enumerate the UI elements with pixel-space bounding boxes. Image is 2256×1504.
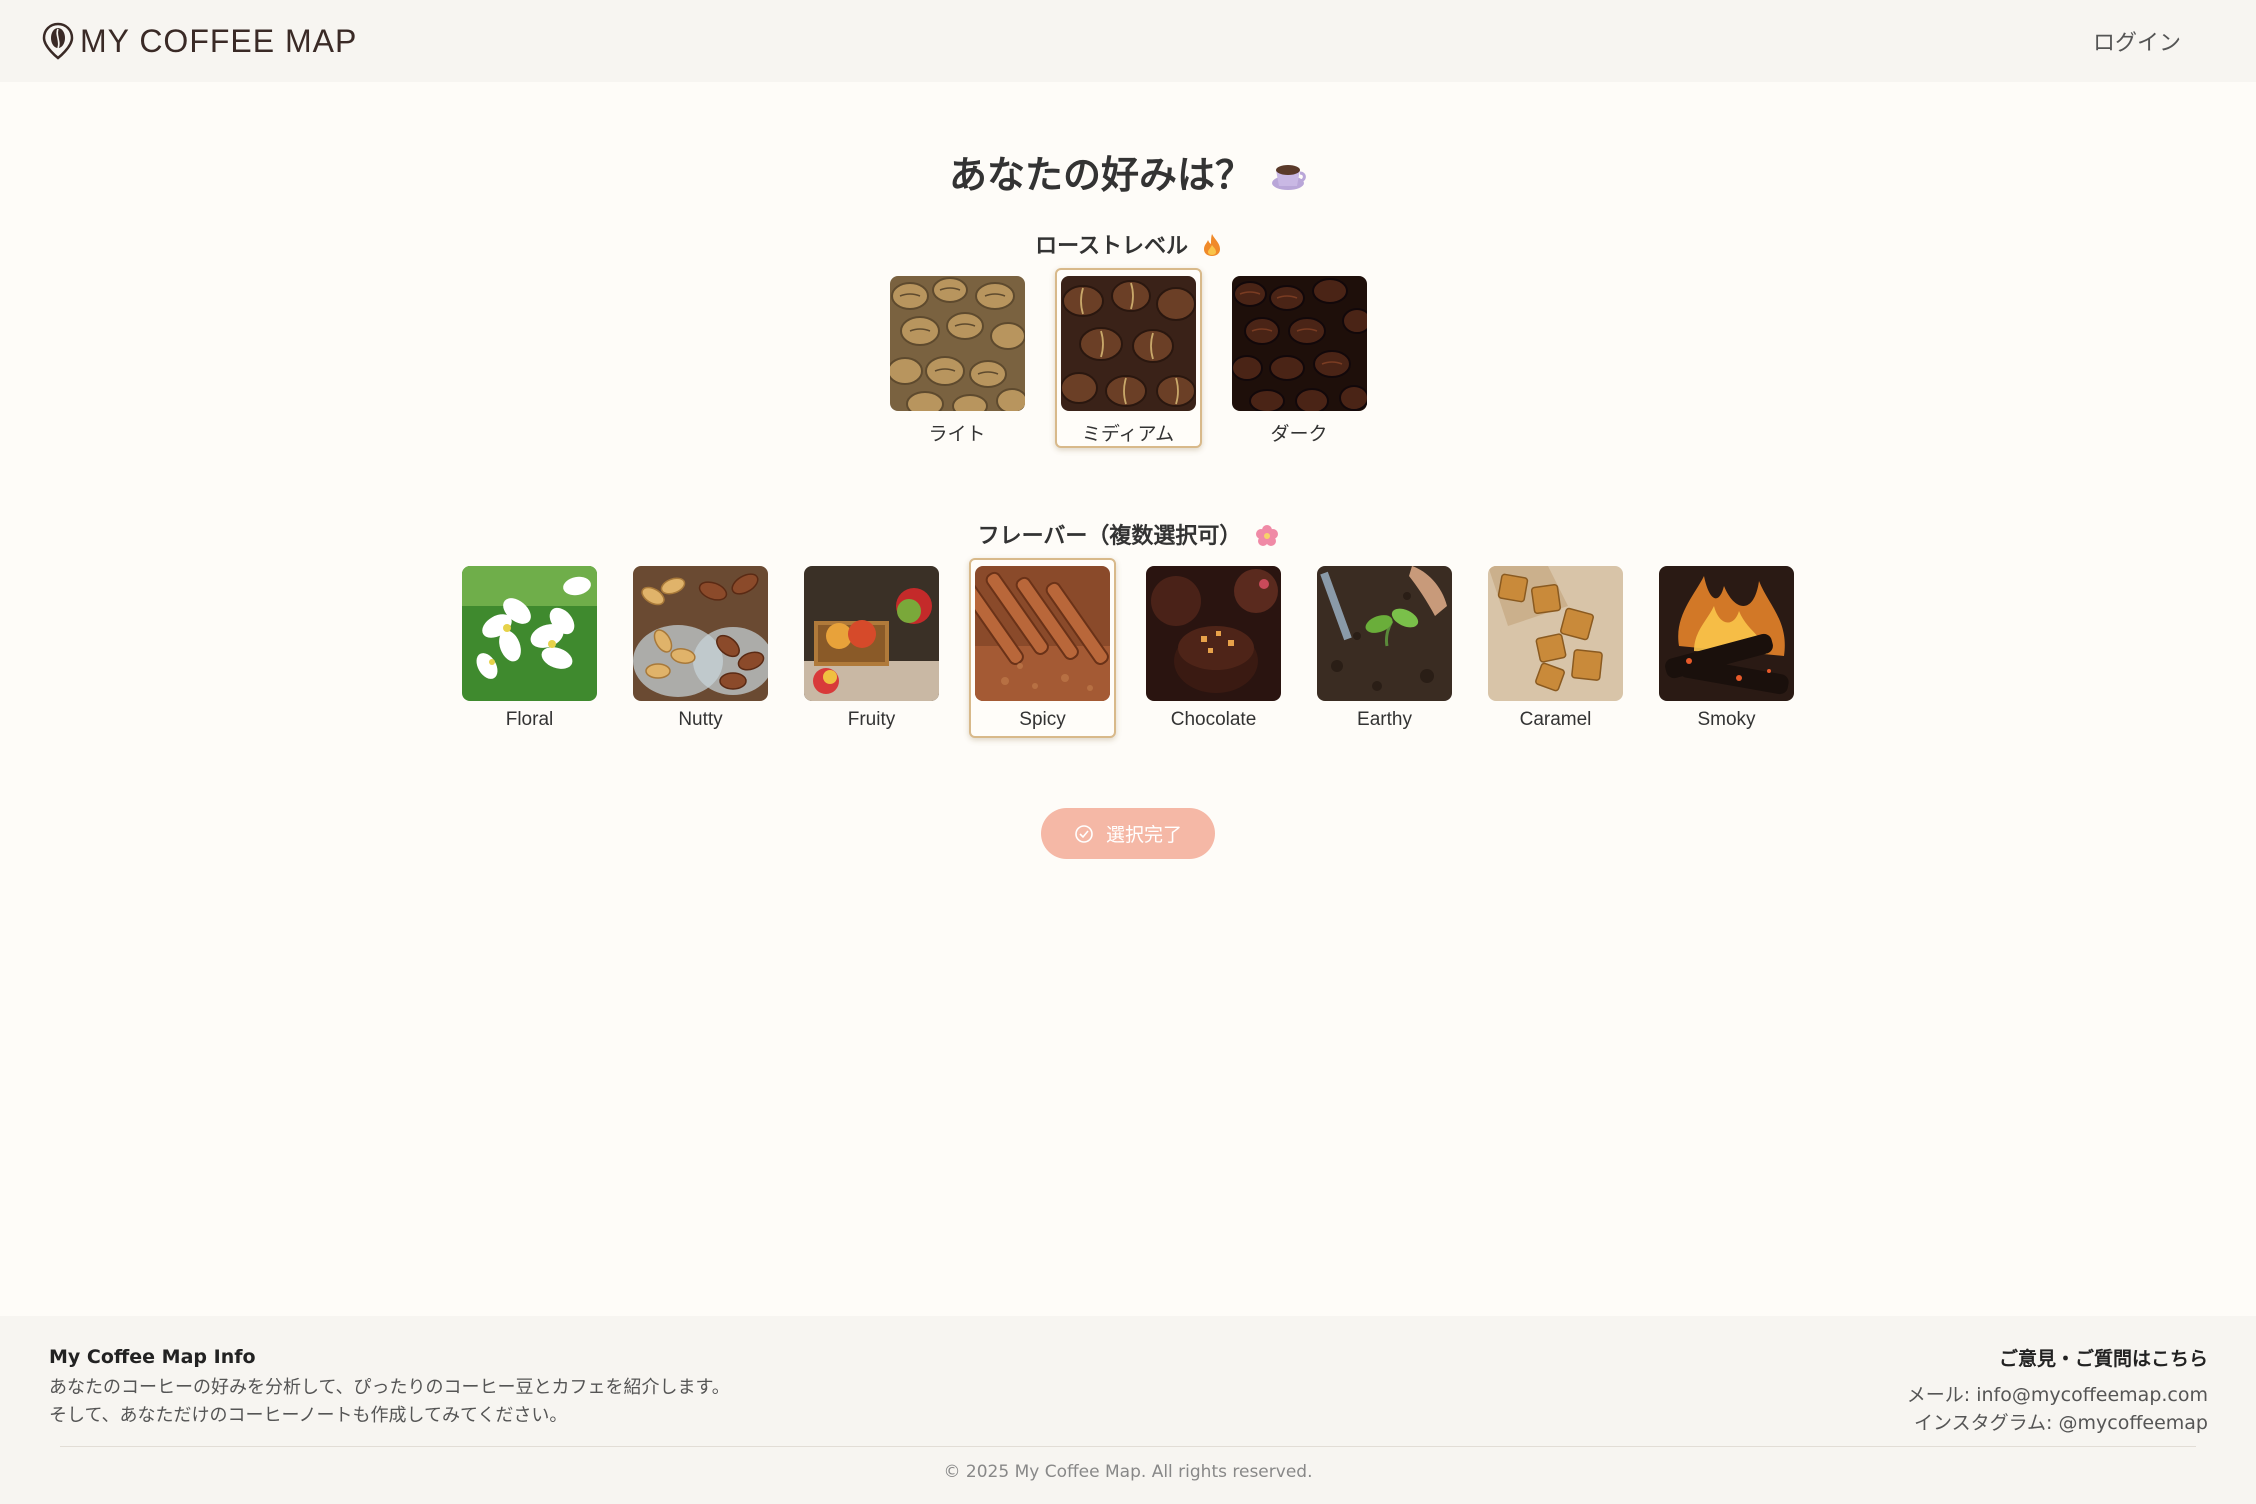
flavor-option-label: Nutty [678, 709, 723, 730]
flavor-option-label: Caramel [1519, 709, 1592, 730]
flavor-option-label: Smoky [1697, 709, 1756, 730]
submit-selection-button[interactable]: 選択完了 [1041, 808, 1215, 859]
login-link[interactable]: ログイン [2093, 25, 2181, 57]
roast-option-label: ミディアム [1081, 424, 1175, 445]
flavor-option-label: Floral [505, 709, 554, 730]
copyright: © 2025 My Coffee Map. All rights reserve… [943, 1462, 1313, 1482]
footer-contact-title: ご意見・ご質問はこちら [1998, 1348, 2208, 1370]
footer-info-line1: あなたのコーヒーの好みを分析して、ぴったりのコーヒー豆とカフェを紹介します。 [49, 1377, 730, 1398]
top-navbar: MY COFFEE MAP ログイン [0, 0, 2256, 82]
footer-info-title: My Coffee Map Info [49, 1346, 256, 1368]
coffee-cup-icon [1269, 156, 1307, 197]
site-footer: My Coffee Map Info あなたのコーヒーの好みを分析して、ぴったり… [0, 1316, 2256, 1504]
flavor-option-fruity[interactable]: Fruity [798, 558, 945, 738]
earthy-image [1317, 566, 1452, 701]
fruity-image [804, 566, 939, 701]
floral-image [462, 566, 597, 701]
flavor-option-spicy[interactable]: Spicy [969, 558, 1116, 738]
dark-roast-beans-image [1231, 276, 1367, 411]
flavor-option-floral[interactable]: Floral [456, 558, 603, 738]
brand-name: MY COFFEE MAP [80, 22, 358, 59]
page-title-text: あなたの好みは？ [948, 153, 1253, 197]
flavor-title-text: フレーバー（複数選択可） [977, 524, 1242, 549]
roast-option-label: ライト [928, 424, 986, 445]
flavor-option-nutty[interactable]: Nutty [627, 558, 774, 738]
roast-title-text: ローストレベル [1035, 234, 1188, 259]
spicy-image [975, 566, 1110, 701]
roast-option-light[interactable]: ライト [884, 268, 1031, 448]
footer-email-link[interactable]: メール: info@mycoffeemap.com [1907, 1381, 2208, 1409]
footer-info-line2: そして、あなただけのコーヒーノートも作成してみてください。 [49, 1405, 568, 1426]
fire-icon [1196, 234, 1221, 258]
footer-contact: ご意見・ご質問はこちら メール: info@mycoffeemap.com イン… [1907, 1344, 2208, 1437]
flavor-option-earthy[interactable]: Earthy [1311, 558, 1458, 738]
brand-link[interactable]: MY COFFEE MAP [42, 22, 357, 60]
flavor-options: Floral Nutty Fruity Spicy Chocolate Eart… [0, 558, 2256, 738]
footer-divider [60, 1446, 2196, 1447]
roast-option-medium[interactable]: ミディアム [1054, 268, 1202, 448]
flavor-option-label: Fruity [847, 709, 896, 730]
submit-button-label: 選択完了 [1105, 825, 1182, 846]
check-circle-icon [1075, 824, 1093, 843]
flower-icon [1249, 524, 1279, 548]
flavor-option-caramel[interactable]: Caramel [1482, 558, 1629, 738]
chocolate-image [1146, 566, 1281, 701]
smoky-image [1659, 566, 1794, 701]
light-roast-beans-image [889, 276, 1025, 411]
flavor-option-label: Spicy [1019, 709, 1066, 730]
footer-instagram-link[interactable]: インスタグラム: @mycoffeemap [1907, 1409, 2208, 1437]
page-title: あなたの好みは？ [0, 144, 2256, 199]
nutty-image [633, 566, 768, 701]
flavor-option-label: Chocolate [1170, 709, 1257, 730]
caramel-image [1488, 566, 1623, 701]
flavor-option-smoky[interactable]: Smoky [1653, 558, 1800, 738]
flavor-section-title: フレーバー（複数選択可） [0, 518, 2256, 550]
roast-option-label: ダーク [1270, 424, 1328, 445]
medium-roast-beans-image [1060, 276, 1196, 411]
flavor-option-label: Earthy [1357, 709, 1412, 730]
footer-info: My Coffee Map Info あなたのコーヒーの好みを分析して、ぴったり… [49, 1346, 730, 1430]
roast-option-dark[interactable]: ダーク [1226, 268, 1373, 448]
roast-section-title: ローストレベル [0, 228, 2256, 260]
roast-options: ライト ミディアム ダーク [0, 268, 2256, 448]
coffee-map-pin-icon [42, 22, 74, 60]
flavor-option-chocolate[interactable]: Chocolate [1140, 558, 1287, 738]
